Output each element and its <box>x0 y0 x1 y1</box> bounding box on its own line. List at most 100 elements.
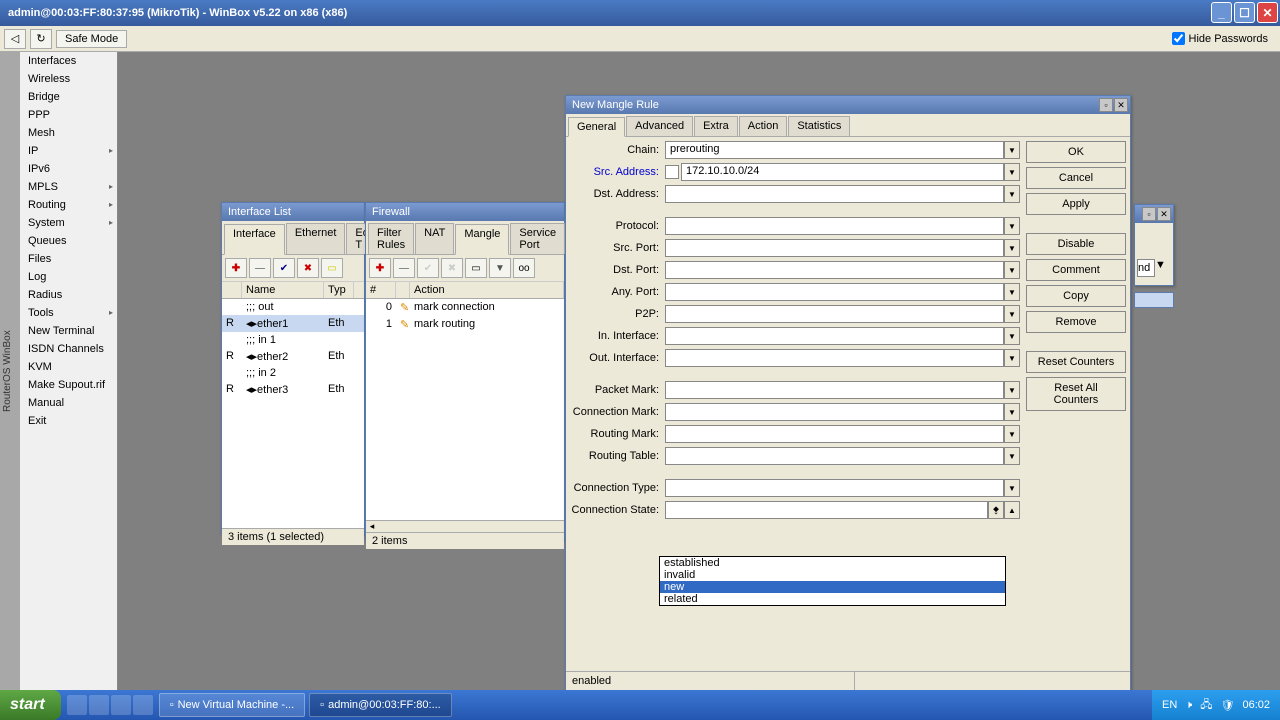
dialog-close-icon[interactable]: ✕ <box>1114 98 1128 112</box>
dropdown-protocol[interactable]: ▼ <box>1004 217 1020 235</box>
input-conn_mark[interactable] <box>665 403 1004 421</box>
input-route_tbl[interactable] <box>665 447 1004 465</box>
tray-shield-icon[interactable]: 🛡 <box>1221 699 1235 712</box>
add-button[interactable]: ✚ <box>225 258 247 278</box>
table-row[interactable]: R◂▸ether2Eth <box>222 348 364 365</box>
hide-passwords-toggle[interactable]: Hide Passwords <box>1172 32 1276 45</box>
menu-item-mesh[interactable]: Mesh <box>20 124 117 142</box>
comment-button[interactable]: ▭ <box>321 258 343 278</box>
task-winbox[interactable]: ▫admin@00:03:FF:80:... <box>309 693 452 717</box>
menu-item-wireless[interactable]: Wireless <box>20 70 117 88</box>
dropdown-route_mark[interactable]: ▼ <box>1004 425 1020 443</box>
menu-item-ip[interactable]: IP▸ <box>20 142 117 160</box>
tab-interface[interactable]: Interface <box>224 224 285 255</box>
input-in_if[interactable] <box>665 327 1004 345</box>
table-row[interactable]: R◂▸ether3Eth <box>222 381 364 398</box>
table-row[interactable]: 0✎mark connection <box>366 299 564 316</box>
input-p2p[interactable] <box>665 305 1004 323</box>
tray-net-icon[interactable]: 🖧 <box>1200 696 1212 715</box>
input-protocol[interactable] <box>665 217 1004 235</box>
menu-item-system[interactable]: System▸ <box>20 214 117 232</box>
scroll-left-icon[interactable]: ◂ <box>366 521 378 532</box>
tab-ethernet[interactable]: Ethernet <box>286 223 346 254</box>
menu-item-ipv6[interactable]: IPv6 <box>20 160 117 178</box>
tray-lang[interactable]: EN <box>1162 699 1177 711</box>
tab-advanced[interactable]: Advanced <box>626 116 693 136</box>
input-src_addr[interactable]: 172.10.10.0/24 <box>681 163 1004 181</box>
dropdown-p2p[interactable]: ▼ <box>1004 305 1020 323</box>
conn-state-dd[interactable]: ⧪ <box>988 501 1004 519</box>
input-chain[interactable]: prerouting <box>665 141 1004 159</box>
table-row[interactable]: ;;; in 1 <box>222 332 364 348</box>
tab-statistics[interactable]: Statistics <box>788 116 850 136</box>
enable-button[interactable]: ✔ <box>273 258 295 278</box>
input-dst_addr[interactable] <box>665 185 1004 203</box>
fw-col-action[interactable]: Action <box>410 282 564 298</box>
tab-extra[interactable]: Extra <box>694 116 738 136</box>
ql-media-icon[interactable] <box>111 695 131 715</box>
dropdown-route_tbl[interactable]: ▼ <box>1004 447 1020 465</box>
tab-mangle[interactable]: Mangle <box>455 224 509 255</box>
col-type[interactable]: Typ <box>324 282 354 298</box>
input-out_if[interactable] <box>665 349 1004 367</box>
fw-col-icon[interactable] <box>396 282 410 298</box>
input-dst_port[interactable] <box>665 261 1004 279</box>
col-name[interactable]: Name <box>242 282 324 298</box>
table-row[interactable]: ;;; out <box>222 299 364 315</box>
task-vm[interactable]: ▫New Virtual Machine -... <box>159 693 305 717</box>
remove-button[interactable]: Remove <box>1026 311 1126 333</box>
firewall-title[interactable]: Firewall <box>366 203 564 221</box>
option-invalid[interactable]: invalid <box>660 569 1005 581</box>
fw-add-button[interactable]: ✚ <box>369 258 391 278</box>
disable-button[interactable]: ✖ <box>297 258 319 278</box>
menu-item-interfaces[interactable]: Interfaces <box>20 52 117 70</box>
back-button[interactable]: ◁ <box>4 29 26 49</box>
menu-item-log[interactable]: Log <box>20 268 117 286</box>
dropdown-dst_addr[interactable]: ▼ <box>1004 185 1020 203</box>
reset-all-counters-button[interactable]: Reset All Counters <box>1026 377 1126 411</box>
ql-explorer-icon[interactable] <box>133 695 153 715</box>
input-src_port[interactable] <box>665 239 1004 257</box>
table-row[interactable]: 1✎mark routing <box>366 316 564 333</box>
comment-button[interactable]: Comment <box>1026 259 1126 281</box>
dropdown-pkt_mark[interactable]: ▼ <box>1004 381 1020 399</box>
reload-button[interactable]: ↻ <box>30 29 52 49</box>
fw-disable-button[interactable]: ✖ <box>441 258 463 278</box>
menu-item-kvm[interactable]: KVM <box>20 358 117 376</box>
fw-col-num[interactable]: # <box>366 282 396 298</box>
option-established[interactable]: established <box>660 557 1005 569</box>
menu-item-manual[interactable]: Manual <box>20 394 117 412</box>
safe-mode-button[interactable]: Safe Mode <box>56 30 127 48</box>
menu-item-isdn-channels[interactable]: ISDN Channels <box>20 340 117 358</box>
input-any_port[interactable] <box>665 283 1004 301</box>
maximize-button[interactable]: ☐ <box>1234 2 1255 23</box>
col-flag[interactable] <box>222 282 242 298</box>
menu-item-mpls[interactable]: MPLS▸ <box>20 178 117 196</box>
menu-item-new-terminal[interactable]: New Terminal <box>20 322 117 340</box>
tab-nat[interactable]: NAT <box>415 223 454 254</box>
copy-button[interactable]: Copy <box>1026 285 1126 307</box>
tab-general[interactable]: General <box>568 117 625 137</box>
dropdown-chain[interactable]: ▼ <box>1004 141 1020 159</box>
tab-filter-rules[interactable]: Filter Rules <box>368 223 414 254</box>
menu-item-queues[interactable]: Queues <box>20 232 117 250</box>
cancel-button[interactable]: Cancel <box>1026 167 1126 189</box>
minimize-button[interactable]: _ <box>1211 2 1232 23</box>
find-dd-fragment[interactable]: ▼ <box>1155 259 1166 277</box>
dropdown-any_port[interactable]: ▼ <box>1004 283 1020 301</box>
menu-item-routing[interactable]: Routing▸ <box>20 196 117 214</box>
dropdown-out_if[interactable]: ▼ <box>1004 349 1020 367</box>
menu-item-files[interactable]: Files <box>20 250 117 268</box>
dropdown-src_port[interactable]: ▼ <box>1004 239 1020 257</box>
dropdown-dst_port[interactable]: ▼ <box>1004 261 1020 279</box>
remove-button[interactable]: — <box>249 258 271 278</box>
menu-item-bridge[interactable]: Bridge <box>20 88 117 106</box>
tab-action[interactable]: Action <box>739 116 788 136</box>
bg-close-icon[interactable]: ✕ <box>1157 207 1171 221</box>
input-conn_type[interactable] <box>665 479 1004 497</box>
table-row[interactable]: R◂▸ether1Eth <box>222 315 364 332</box>
ok-button[interactable]: OK <box>1026 141 1126 163</box>
fw-enable-button[interactable]: ✔ <box>417 258 439 278</box>
dialog-title[interactable]: New Mangle Rule ▫ ✕ <box>566 96 1130 114</box>
dialog-restore-icon[interactable]: ▫ <box>1099 98 1113 112</box>
